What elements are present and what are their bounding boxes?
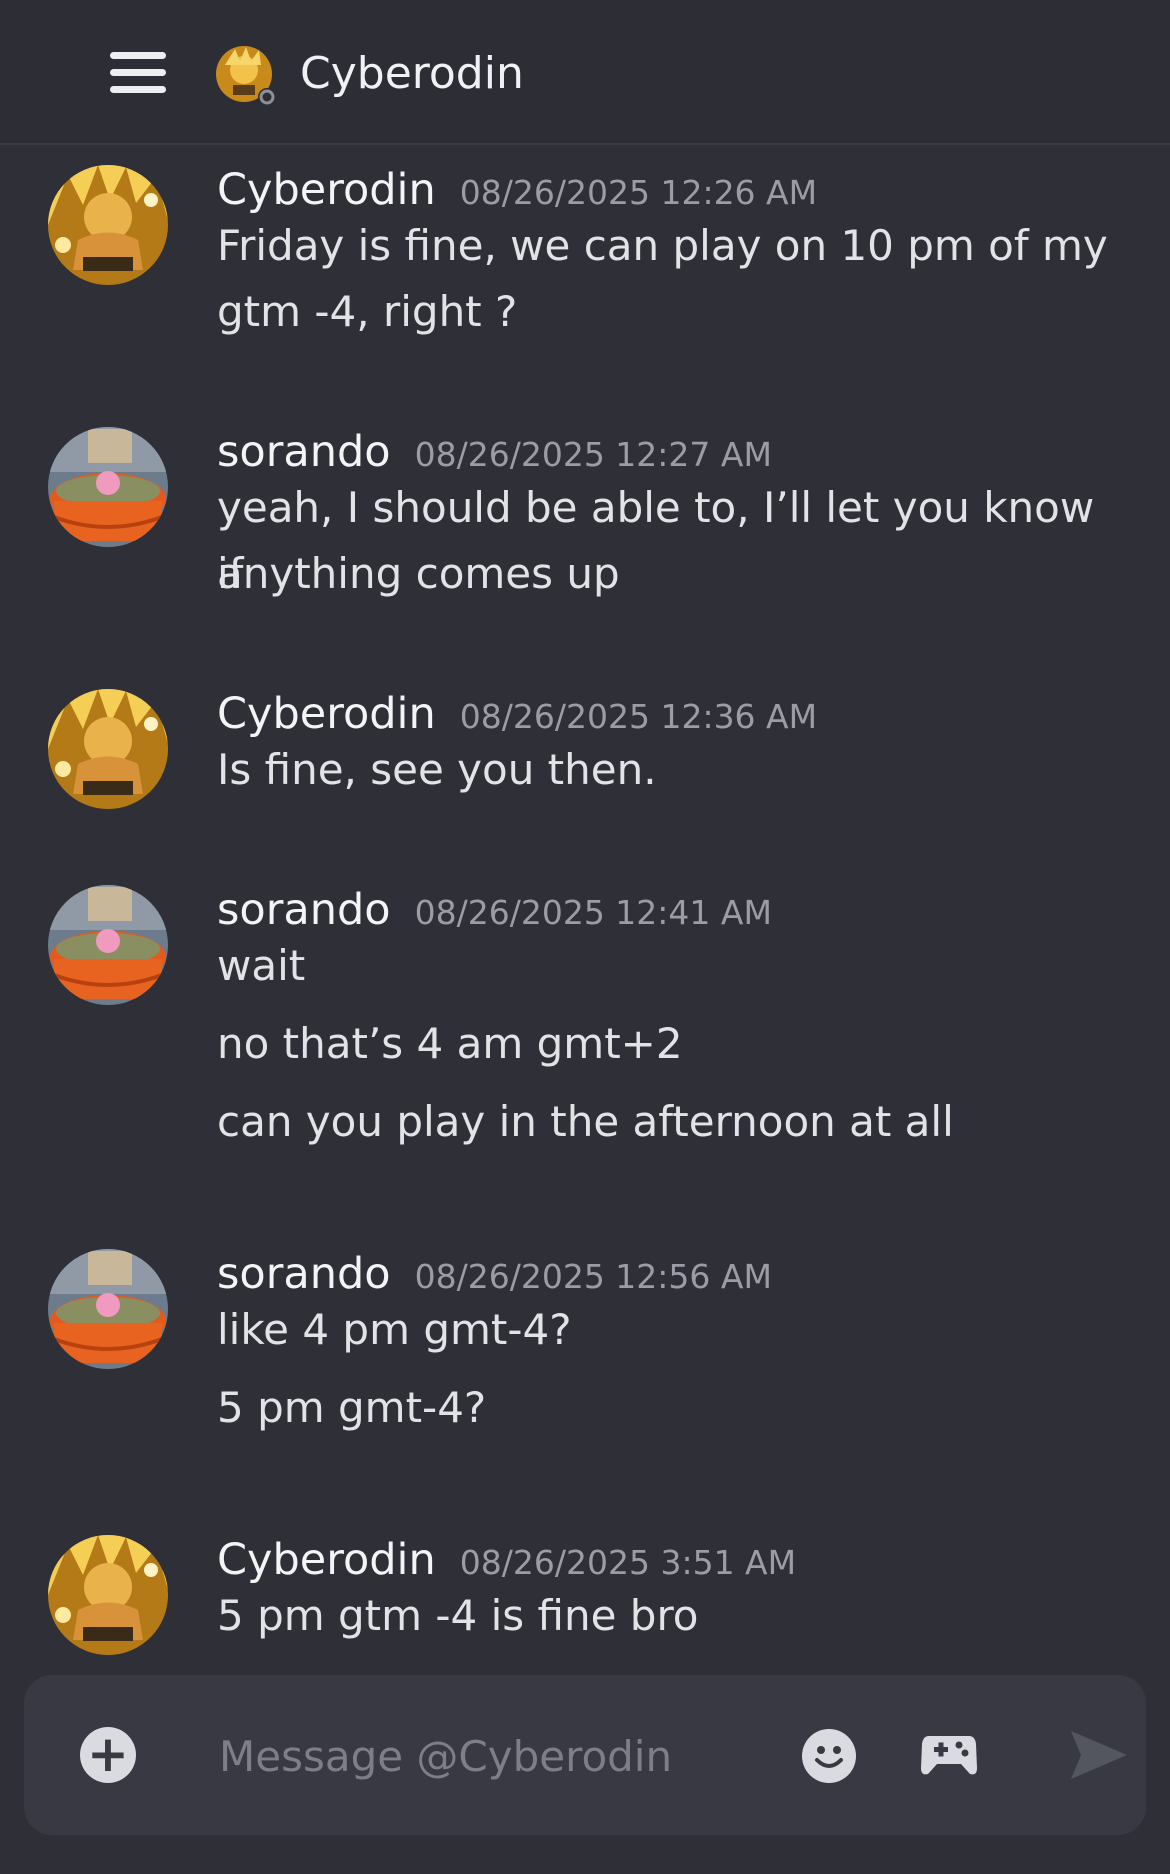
message-author[interactable]: Cyberodin: [217, 165, 436, 215]
message-text: wait: [217, 941, 306, 990]
emoji-icon[interactable]: [802, 1729, 856, 1783]
header-title[interactable]: Cyberodin: [300, 48, 524, 100]
message-timestamp: 08/26/2025 3:51 AM: [459, 1543, 797, 1582]
message-text: Friday is fine, we can play on 10 pm of …: [217, 221, 1108, 270]
message-text: gtm -4, right ?: [217, 287, 518, 336]
message-timestamp: 08/26/2025 12:36 AM: [459, 697, 818, 736]
message-text: 5 pm gmt-4?: [217, 1383, 487, 1432]
message-header: sorando 08/26/2025 12:41 AM: [217, 885, 772, 935]
message-text: anything comes up: [217, 549, 620, 598]
message-header: Cyberodin 08/26/2025 12:36 AM: [217, 689, 817, 739]
message-header: sorando 08/26/2025 12:56 AM: [217, 1249, 772, 1299]
message-text: can you play in the afternoon at all: [217, 1097, 954, 1146]
plus-icon[interactable]: +: [80, 1727, 136, 1783]
top-bar: Cyberodin: [0, 0, 1170, 145]
message-author[interactable]: sorando: [217, 1249, 391, 1299]
message-composer: +: [24, 1675, 1146, 1835]
send-icon[interactable]: [1069, 1727, 1129, 1783]
message-header: Cyberodin 08/26/2025 12:26 AM: [217, 165, 817, 215]
message-author[interactable]: sorando: [217, 885, 391, 935]
message-timestamp: 08/26/2025 12:41 AM: [414, 893, 772, 932]
avatar[interactable]: [48, 885, 168, 1005]
message-text: 5 pm gtm -4 is fine bro: [217, 1591, 699, 1640]
avatar[interactable]: [48, 1249, 168, 1369]
avatar[interactable]: [48, 427, 168, 547]
message-timestamp: 08/26/2025 12:26 AM: [459, 173, 818, 212]
message-input[interactable]: [217, 1720, 781, 1792]
hamburger-menu-icon[interactable]: [110, 52, 166, 94]
avatar[interactable]: [48, 689, 168, 809]
gamepad-icon[interactable]: [921, 1730, 977, 1778]
message-author[interactable]: sorando: [217, 427, 391, 477]
avatar[interactable]: [48, 1535, 168, 1655]
avatar[interactable]: [48, 165, 168, 285]
message-header: sorando 08/26/2025 12:27 AM: [217, 427, 772, 477]
message-timestamp: 08/26/2025 12:27 AM: [414, 435, 772, 474]
message-header: Cyberodin 08/26/2025 3:51 AM: [217, 1535, 796, 1585]
message-text: like 4 pm gmt-4?: [217, 1305, 572, 1354]
message-timestamp: 08/26/2025 12:56 AM: [414, 1257, 772, 1296]
message-author[interactable]: Cyberodin: [217, 689, 436, 739]
message-text: no that’s 4 am gmt+2: [217, 1019, 683, 1068]
message-author[interactable]: Cyberodin: [217, 1535, 436, 1585]
header-avatar[interactable]: [215, 45, 277, 107]
message-text: Is fine, see you then.: [217, 745, 657, 794]
